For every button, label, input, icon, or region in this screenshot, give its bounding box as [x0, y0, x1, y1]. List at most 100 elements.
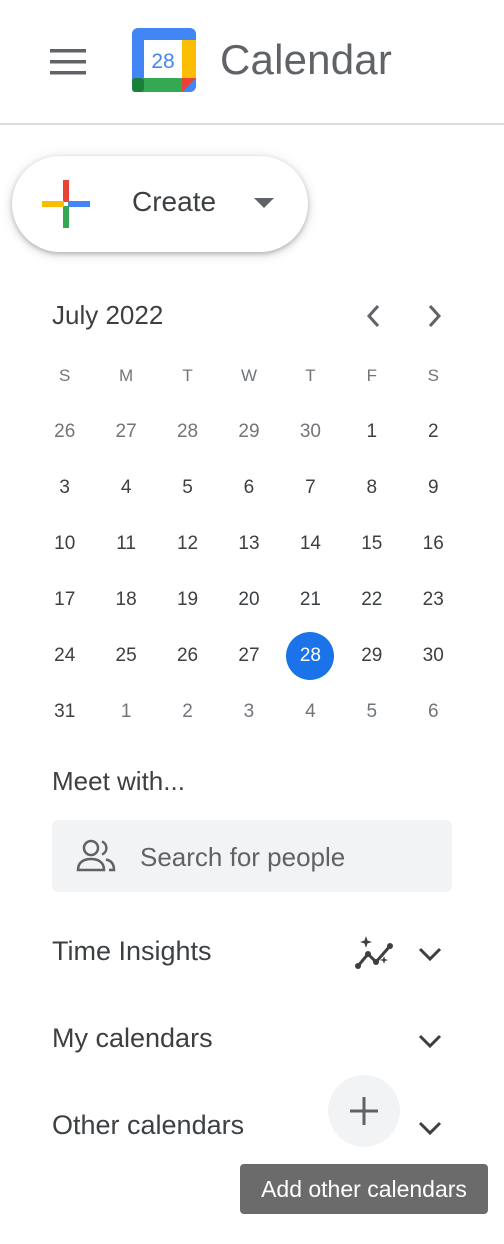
mini-calendar-month-label: July 2022 [52, 300, 164, 330]
calendar-day-number: 16 [422, 533, 444, 554]
calendar-day[interactable]: 4 [280, 684, 341, 740]
calendar-day-number: 19 [176, 589, 199, 610]
calendar-day[interactable]: 19 [157, 572, 218, 628]
calendar-day-number: 24 [54, 645, 76, 666]
calendar-day-number: 25 [115, 645, 137, 666]
calendar-day[interactable]: 15 [341, 516, 402, 572]
calendar-day[interactable]: 27 [95, 404, 156, 460]
calendar-day-number: 23 [422, 589, 444, 610]
time-insights-label: Time Insights [52, 936, 212, 966]
calendar-day[interactable]: 20 [218, 572, 279, 628]
calendar-day[interactable]: 17 [34, 572, 95, 628]
calendar-week-row: 10 11 12 13 14 15 16 [34, 516, 464, 572]
calendar-day[interactable]: 29 [218, 404, 279, 460]
calendar-day-number: 2 [182, 701, 193, 722]
mini-calendar-grid: SMTWTFS 26 27 28 29 30 1 2 3 4 5 6 7 8 9 10 11 12 13 14 15 1… [34, 348, 464, 740]
main-menu-button[interactable] [28, 22, 108, 102]
calendar-day[interactable]: 2 [157, 684, 218, 740]
calendar-day-number: 21 [299, 589, 321, 610]
calendar-day-number: 27 [238, 645, 260, 666]
calendar-day[interactable]: 13 [218, 516, 279, 572]
insights-sparkle-icon [355, 936, 393, 969]
calendar-day[interactable]: 18 [95, 572, 156, 628]
calendar-day[interactable]: 31 [34, 684, 95, 740]
calendar-day[interactable]: 11 [95, 516, 156, 572]
calendar-day-number: 1 [120, 701, 132, 722]
calendar-day-number: 20 [238, 589, 260, 610]
my-calendars-expand-button[interactable] [406, 1017, 454, 1065]
people-icon [76, 839, 116, 872]
calendar-day[interactable]: 26 [34, 404, 95, 460]
add-other-calendars-button[interactable] [328, 1075, 400, 1147]
calendar-day-today[interactable]: 28 [280, 628, 341, 684]
calendar-day[interactable]: 7 [280, 460, 341, 516]
calendar-day[interactable]: 21 [280, 572, 341, 628]
calendar-day[interactable]: 3 [34, 460, 95, 516]
calendar-day-number: 11 [116, 533, 136, 554]
calendar-day[interactable]: 25 [95, 628, 156, 684]
calendar-day[interactable]: 9 [403, 460, 464, 516]
other-calendars-label: Other calendars [52, 1110, 245, 1140]
calendar-day[interactable]: 5 [157, 460, 218, 516]
calendar-day-number: 26 [176, 645, 199, 666]
calendar-day-number: 27 [115, 421, 137, 442]
calendar-day-number: 29 [238, 421, 260, 442]
calendar-day-number: 30 [422, 645, 444, 666]
search-people-input[interactable]: Search for people [52, 820, 452, 892]
calendar-day-number: 18 [115, 589, 137, 610]
calendar-day[interactable]: 10 [34, 516, 95, 572]
calendar-day-number: 4 [120, 477, 132, 498]
calendar-day[interactable]: 5 [341, 684, 402, 740]
calendar-day[interactable]: 24 [34, 628, 95, 684]
calendar-day[interactable]: 12 [157, 516, 218, 572]
calendar-day[interactable]: 6 [403, 684, 464, 740]
calendar-day-number: 1 [366, 421, 378, 442]
calendar-day[interactable]: 29 [341, 628, 402, 684]
previous-month-button[interactable] [350, 292, 398, 340]
calendar-day[interactable]: 1 [95, 684, 156, 740]
calendar-day[interactable]: 4 [95, 460, 156, 516]
chevron-down-icon [418, 1034, 442, 1049]
calendar-day[interactable]: 6 [218, 460, 279, 516]
calendar-day-number: 30 [299, 421, 321, 442]
calendar-day-number: 22 [361, 589, 383, 610]
calendar-day[interactable]: 16 [403, 516, 464, 572]
calendar-day[interactable]: 27 [218, 628, 279, 684]
calendar-day[interactable]: 26 [157, 628, 218, 684]
calendar-day[interactable]: 30 [403, 628, 464, 684]
weekday-label: M [119, 366, 134, 385]
my-calendars-section[interactable]: My calendars [0, 1011, 504, 1067]
calendar-day[interactable]: 23 [403, 572, 464, 628]
plus-icon [350, 1097, 378, 1125]
create-button[interactable]: Create [12, 156, 308, 252]
calendar-day-number: 3 [243, 701, 255, 722]
calendar-day-number: 4 [305, 701, 316, 722]
calendar-day-number: 31 [54, 701, 76, 722]
chevron-down-icon [418, 1121, 442, 1136]
weekday-header-row: SMTWTFS [34, 348, 464, 404]
other-calendars-expand-button[interactable] [406, 1104, 454, 1152]
calendar-day-number: 15 [361, 533, 383, 554]
meet-with-title: Meet with... [52, 766, 185, 796]
calendar-day-number: 5 [182, 477, 193, 498]
calendar-day[interactable]: 2 [403, 404, 464, 460]
next-month-button[interactable] [410, 292, 458, 340]
calendar-day[interactable]: 1 [341, 404, 402, 460]
chevron-right-icon [428, 304, 442, 328]
weekday-label: T [182, 366, 193, 385]
other-calendars-section[interactable]: Other calendars [0, 1075, 504, 1154]
calendar-day[interactable]: 30 [280, 404, 341, 460]
calendar-day[interactable]: 8 [341, 460, 402, 516]
calendar-day-number: 10 [54, 533, 76, 554]
calendar-day[interactable]: 14 [280, 516, 341, 572]
calendar-week-row: 3 4 5 6 7 8 9 [34, 460, 464, 516]
dropdown-caret-icon[interactable] [254, 198, 274, 208]
calendar-day[interactable]: 3 [218, 684, 279, 740]
weekday-label: F [366, 366, 378, 385]
time-insights-section[interactable]: Time Insights [0, 924, 504, 980]
calendar-day[interactable]: 28 [157, 404, 218, 460]
calendar-day-number: 26 [54, 421, 76, 442]
calendar-logo-icon[interactable]: 28 [132, 28, 196, 92]
calendar-day[interactable]: 22 [341, 572, 402, 628]
time-insights-expand-button[interactable] [406, 930, 454, 978]
